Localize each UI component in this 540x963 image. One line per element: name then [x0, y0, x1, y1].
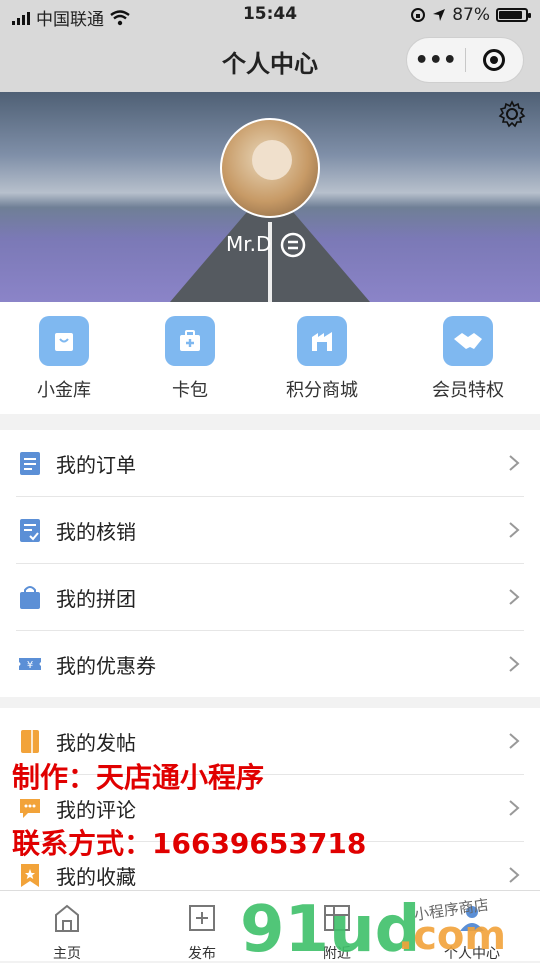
menu-item-label: 我的收藏	[56, 865, 136, 889]
chevron-right-icon	[509, 455, 520, 471]
status-right: 87%	[410, 5, 531, 25]
menu-item-coupons[interactable]: ¥ 我的优惠券	[16, 631, 524, 697]
username: Mr.D	[226, 232, 272, 256]
card-wallet-icon	[165, 316, 215, 366]
chevron-right-icon	[509, 867, 520, 883]
group-buy-icon	[20, 586, 40, 609]
order-icon	[20, 452, 40, 475]
miniprogram-capsule: •••	[406, 37, 524, 83]
menu-item-orders[interactable]: 我的订单	[16, 430, 524, 497]
menu-item-label: 我的发帖	[56, 731, 136, 755]
battery-percent: 87%	[452, 5, 490, 25]
menu-item-label: 我的订单	[56, 453, 136, 477]
points-mall-icon	[297, 316, 347, 366]
posts-icon	[21, 730, 39, 753]
quick-action-vault[interactable]: 小金库	[4, 316, 124, 402]
rotation-lock-icon	[411, 8, 426, 22]
battery-fill	[499, 11, 522, 19]
overlay-credit-text: 制作：天店通小程序	[12, 761, 265, 794]
chevron-right-icon	[509, 589, 520, 605]
coupon-icon: ¥	[19, 658, 41, 671]
location-icon	[433, 9, 446, 21]
quick-action-member-privileges[interactable]: 会员特权	[408, 316, 528, 402]
quick-action-label: 卡包	[172, 380, 208, 401]
menu-item-group-buy[interactable]: 我的拼团	[16, 564, 524, 631]
status-bar: 中国联通 15:44 87%	[0, 0, 540, 30]
target-icon	[483, 49, 506, 71]
avatar[interactable]	[220, 118, 320, 218]
menu-group-orders: 我的订单 我的核销 我的拼团 ¥ 我的优惠券	[0, 430, 540, 697]
tab-label: 主页	[53, 946, 81, 962]
add-icon	[189, 905, 215, 931]
favorites-icon	[21, 864, 39, 887]
switch-account-icon[interactable]	[278, 230, 308, 260]
more-button[interactable]: •••	[407, 48, 465, 73]
home-icon	[55, 904, 79, 932]
quick-action-points-mall[interactable]: 积分商城	[262, 316, 382, 402]
tab-label: 发布	[188, 946, 216, 962]
quick-action-label: 小金库	[37, 380, 91, 401]
quick-action-label: 积分商城	[286, 380, 358, 401]
settings-gear-icon[interactable]	[498, 100, 526, 128]
menu-item-label: 我的评论	[56, 798, 136, 822]
menu-item-label: 我的拼团	[56, 587, 136, 611]
avatar-face	[252, 140, 292, 180]
svg-text:¥: ¥	[27, 660, 33, 671]
site-watermark: 91ud .com 小程序商店	[240, 893, 506, 955]
close-button[interactable]	[465, 49, 523, 71]
quick-action-card-wallet[interactable]: 卡包	[130, 316, 250, 402]
menu-item-label: 我的优惠券	[56, 654, 156, 678]
handshake-icon	[443, 316, 493, 366]
menu-item-verifications[interactable]: 我的核销	[16, 497, 524, 564]
tab-publish[interactable]: 发布	[162, 903, 242, 963]
comments-icon	[20, 799, 40, 818]
menu-group-community: 我的发帖 我的评论 我的收藏	[0, 708, 540, 890]
quick-action-label: 会员特权	[432, 380, 504, 401]
chevron-right-icon	[509, 800, 520, 816]
battery-icon	[496, 8, 531, 22]
quick-actions: 小金库 卡包 积分商城 会员特权	[0, 302, 540, 414]
menu-item-label: 我的核销	[56, 520, 136, 544]
shopping-bag-icon	[39, 316, 89, 366]
verify-icon	[20, 519, 40, 542]
overlay-contact-text: 联系方式：16639653718	[12, 827, 367, 860]
chevron-right-icon	[509, 733, 520, 749]
tab-home[interactable]: 主页	[27, 903, 107, 963]
watermark-brand: 91ud	[240, 893, 420, 955]
chevron-right-icon	[509, 522, 520, 538]
chevron-right-icon	[509, 656, 520, 672]
nav-bar: 个人中心 •••	[0, 30, 540, 92]
